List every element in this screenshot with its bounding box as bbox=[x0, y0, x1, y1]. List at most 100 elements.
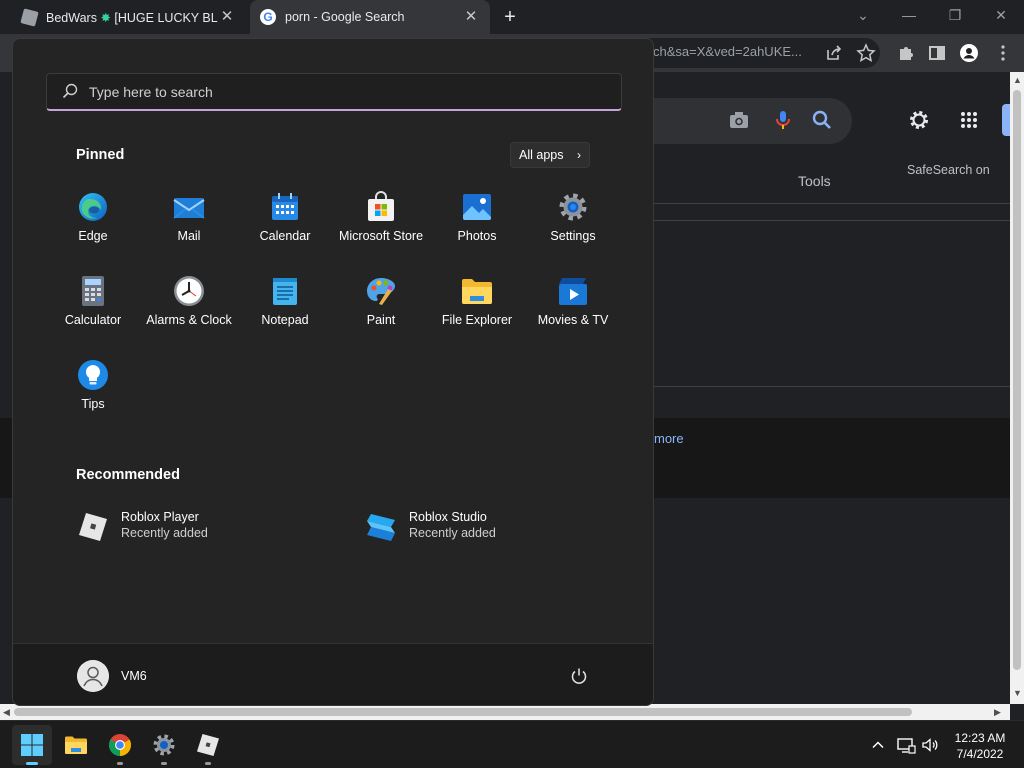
extensions-puzzle-icon[interactable] bbox=[893, 40, 919, 66]
sign-in-button-edge[interactable] bbox=[1002, 104, 1010, 136]
tools-button[interactable]: Tools bbox=[798, 173, 831, 189]
photos-icon bbox=[463, 194, 491, 220]
search-icon[interactable] bbox=[810, 108, 834, 132]
app-label: Tips bbox=[81, 397, 105, 411]
pinned-app-edge[interactable]: Edge bbox=[45, 177, 141, 249]
pinned-app-paint[interactable]: Paint bbox=[333, 261, 429, 333]
user-avatar-icon[interactable] bbox=[77, 660, 109, 692]
pinned-app-calculator[interactable]: Calculator bbox=[45, 261, 141, 333]
all-apps-button[interactable]: All apps › bbox=[510, 142, 590, 168]
pinned-app-movies-tv[interactable]: Movies & TV bbox=[525, 261, 621, 333]
network-icon[interactable] bbox=[896, 735, 916, 755]
mail-icon bbox=[173, 198, 205, 219]
running-indicator bbox=[161, 762, 167, 765]
recommended-item-subtitle: Recently added bbox=[409, 526, 496, 540]
system-clock[interactable]: 12:23 AM 7/4/2022 bbox=[944, 730, 1016, 762]
app-label: Notepad bbox=[261, 313, 309, 327]
pinned-app-file-explorer[interactable]: File Explorer bbox=[429, 261, 525, 333]
store-icon bbox=[368, 191, 394, 221]
vertical-scroll-thumb[interactable] bbox=[1013, 90, 1021, 670]
settings-gear-icon bbox=[559, 193, 587, 221]
start-search-input[interactable] bbox=[89, 82, 589, 102]
scroll-up-arrow-icon[interactable]: ▲ bbox=[1013, 75, 1022, 85]
tab-close-icon[interactable]: ✕ bbox=[218, 8, 236, 26]
pinned-app-photos[interactable]: Photos bbox=[429, 177, 525, 249]
start-menu: Pinned All apps › Edge Mail bbox=[12, 38, 654, 706]
share-icon[interactable] bbox=[820, 40, 846, 66]
show-hidden-icons-chevron-icon[interactable] bbox=[868, 735, 888, 755]
pinned-app-tips[interactable]: Tips bbox=[45, 345, 141, 417]
start-search-box[interactable] bbox=[46, 73, 622, 111]
app-label: Paint bbox=[366, 313, 396, 327]
pinned-app-mail[interactable]: Mail bbox=[141, 177, 237, 249]
chevron-right-icon: › bbox=[577, 148, 581, 162]
pinned-app-alarms-clock[interactable]: Alarms & Clock bbox=[141, 261, 237, 333]
clock-date: 7/4/2022 bbox=[956, 747, 1004, 761]
profile-icon[interactable] bbox=[956, 40, 982, 66]
tab-google-search[interactable]: G porn - Google Search ✕ bbox=[250, 0, 490, 34]
taskbar: 12:23 AM 7/4/2022 bbox=[0, 720, 1024, 768]
roblox-player-icon bbox=[79, 513, 107, 541]
window-close-button[interactable]: ✕ bbox=[978, 0, 1024, 30]
pinned-app-calendar[interactable]: Calendar bbox=[237, 177, 333, 249]
tab-close-icon[interactable]: ✕ bbox=[462, 8, 480, 26]
settings-gear-icon[interactable] bbox=[907, 108, 931, 132]
address-bar-url[interactable]: ch&sa=X&ved=2ahUKE... bbox=[653, 44, 802, 59]
divider bbox=[654, 386, 1010, 387]
app-label: Edge bbox=[78, 229, 108, 243]
pinned-app-microsoft-store[interactable]: Microsoft Store bbox=[333, 177, 429, 249]
safesearch-status[interactable]: SafeSearch on bbox=[907, 163, 990, 177]
tab-title: porn - Google Search bbox=[285, 10, 405, 24]
file-explorer-icon bbox=[65, 736, 87, 754]
roblox-icon bbox=[197, 734, 219, 756]
all-apps-label: All apps bbox=[519, 148, 564, 162]
app-label: Photos bbox=[457, 229, 497, 243]
edge-icon bbox=[79, 193, 107, 221]
pinned-app-settings[interactable]: Settings bbox=[525, 177, 621, 249]
taskbar-roblox[interactable] bbox=[188, 725, 228, 765]
bookmark-star-icon[interactable] bbox=[853, 40, 879, 66]
horizontal-scroll-thumb[interactable] bbox=[14, 708, 912, 716]
microphone-icon[interactable] bbox=[771, 108, 795, 132]
taskbar-file-explorer[interactable] bbox=[56, 725, 96, 765]
app-label: Calendar bbox=[259, 229, 311, 243]
app-label: Calculator bbox=[64, 313, 122, 327]
app-label: File Explorer bbox=[441, 313, 513, 327]
app-label: Movies & TV bbox=[537, 313, 609, 327]
calculator-icon bbox=[82, 276, 104, 306]
notepad-icon bbox=[273, 278, 297, 305]
horizontal-scrollbar[interactable]: ◀ ▶ bbox=[0, 704, 1010, 720]
google-apps-grid-icon[interactable] bbox=[957, 108, 981, 132]
chrome-menu-icon[interactable] bbox=[990, 40, 1016, 66]
pinned-app-notepad[interactable]: Notepad bbox=[237, 261, 333, 333]
more-link[interactable]: more bbox=[654, 431, 684, 446]
lightbulb-icon bbox=[78, 360, 108, 390]
vertical-scrollbar[interactable]: ▲ ▼ bbox=[1010, 72, 1024, 704]
chrome-icon bbox=[109, 734, 131, 756]
taskbar-chrome[interactable] bbox=[100, 725, 140, 765]
camera-icon[interactable] bbox=[727, 108, 751, 132]
scroll-left-arrow-icon[interactable]: ◀ bbox=[3, 707, 10, 718]
new-tab-button[interactable]: + bbox=[498, 5, 522, 29]
power-icon[interactable] bbox=[569, 666, 589, 686]
scroll-right-arrow-icon[interactable]: ▶ bbox=[994, 707, 1001, 718]
recommended-item-roblox-player[interactable]: Roblox Player Recently added bbox=[77, 507, 297, 547]
desktop-screen: BedWars ✸ [HUGE LUCKY BLOCKS] ✕ G porn -… bbox=[0, 0, 1024, 768]
recommended-item-roblox-studio[interactable]: Roblox Studio Recently added bbox=[365, 507, 585, 547]
minimize-button[interactable]: — bbox=[886, 0, 932, 30]
user-name[interactable]: VM6 bbox=[121, 669, 147, 683]
paint-icon bbox=[367, 278, 395, 305]
recommended-item-name: Roblox Player bbox=[121, 510, 199, 524]
running-indicator bbox=[117, 762, 123, 765]
taskbar-settings[interactable] bbox=[144, 725, 184, 765]
app-label: Mail bbox=[177, 229, 201, 243]
start-menu-footer: VM6 bbox=[13, 643, 653, 705]
search-icon bbox=[62, 83, 78, 99]
taskbar-start-button[interactable] bbox=[12, 725, 52, 765]
scroll-down-arrow-icon[interactable]: ▼ bbox=[1013, 688, 1022, 698]
tab-bedwars[interactable]: BedWars ✸ [HUGE LUCKY BLOCKS] ✕ bbox=[12, 0, 246, 34]
volume-icon[interactable] bbox=[920, 735, 940, 755]
tab-search-dropdown-icon[interactable]: ⌄ bbox=[840, 0, 886, 30]
restore-button[interactable]: ❐ bbox=[932, 0, 978, 30]
side-panel-icon[interactable] bbox=[924, 40, 950, 66]
